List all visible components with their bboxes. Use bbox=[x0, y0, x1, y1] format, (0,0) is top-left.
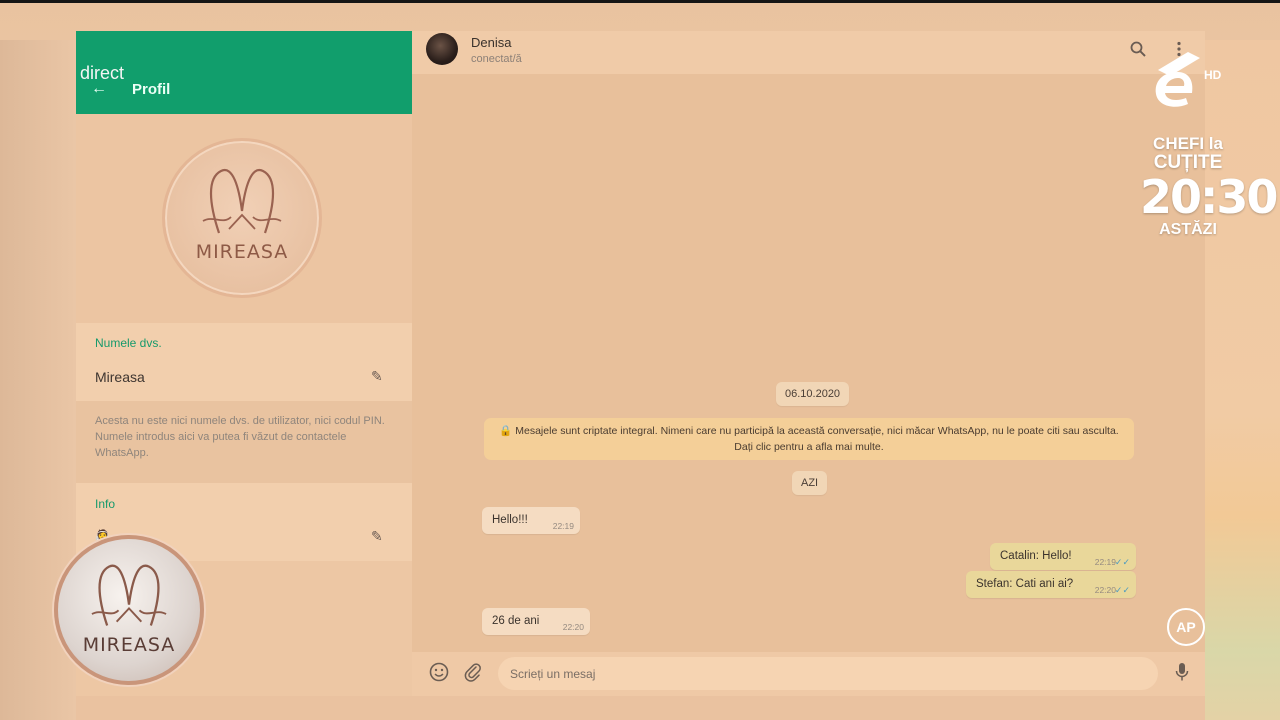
logo-text: MIREASA bbox=[195, 241, 289, 263]
compose-bar bbox=[412, 652, 1205, 696]
avatar[interactable] bbox=[426, 33, 458, 65]
message-text: Stefan: Cati ani ai? bbox=[976, 578, 1074, 590]
message-time: 22:19 bbox=[552, 521, 574, 531]
smiley-icon[interactable] bbox=[429, 662, 451, 684]
message-bubble[interactable]: Catalin: Hello! 22:19 ✓✓ bbox=[990, 543, 1136, 570]
contact-name: Denisa bbox=[471, 35, 512, 50]
mireasa-logo-icon bbox=[202, 168, 282, 234]
promo-line-1: CHEFI la bbox=[1153, 134, 1223, 153]
name-section: Numele dvs. Mireasa ✎ bbox=[76, 323, 412, 401]
message-input[interactable] bbox=[498, 657, 1158, 690]
message-text: Catalin: Hello! bbox=[1000, 550, 1072, 562]
message-text: 26 de ani bbox=[492, 615, 540, 627]
mireasa-logo-icon bbox=[91, 564, 167, 626]
message-text: Hello!!! bbox=[492, 514, 528, 526]
date-chip: 06.10.2020 bbox=[776, 382, 850, 406]
arrow-left-icon[interactable]: ← bbox=[91, 81, 107, 97]
name-hint-section: Acesta nu este nici numele dvs. de utili… bbox=[76, 401, 412, 483]
encryption-notice[interactable]: 🔒 Mesajele sunt criptate integral. Nimen… bbox=[484, 418, 1134, 460]
microphone-icon[interactable] bbox=[1175, 662, 1193, 684]
contact-status: conectat/ă bbox=[471, 53, 522, 65]
message-list[interactable]: 06.10.2020 🔒 Mesajele sunt criptate inte… bbox=[412, 74, 1205, 652]
info-label: Info bbox=[95, 497, 116, 511]
show-logo-badge: MIREASA bbox=[54, 535, 204, 685]
profile-header: direct ← Profil bbox=[76, 31, 412, 114]
message-time: 22:19 bbox=[1094, 557, 1116, 567]
profile-avatar[interactable]: MIREASA bbox=[162, 138, 322, 298]
pencil-icon[interactable]: ✎ bbox=[371, 529, 385, 543]
ap-rating-badge: AP bbox=[1167, 608, 1205, 646]
pencil-icon[interactable]: ✎ bbox=[371, 369, 385, 383]
paperclip-icon[interactable] bbox=[463, 662, 485, 684]
chat-panel: Denisa conectat/ă 06.10.2020 🔒 Mesajele … bbox=[412, 31, 1205, 696]
channel-logo-icon bbox=[1155, 52, 1200, 107]
top-black-bar bbox=[0, 0, 1280, 3]
profile-photo-area: MIREASA bbox=[76, 114, 412, 323]
name-value: Mireasa bbox=[95, 369, 145, 385]
chat-header[interactable]: Denisa conectat/ă bbox=[412, 31, 1205, 74]
read-ticks-icon: ✓✓ bbox=[1114, 557, 1130, 567]
page-title: Profil bbox=[132, 81, 171, 98]
message-bubble[interactable]: Hello!!! 22:19 bbox=[482, 507, 580, 534]
promo-time: 20:30 bbox=[1140, 170, 1278, 224]
message-time: 22:20 bbox=[562, 622, 584, 632]
read-ticks-icon: ✓✓ bbox=[1114, 585, 1130, 595]
show-promo: CHEFI la CUȚITE 20:30 ASTĂZI bbox=[1140, 134, 1278, 239]
message-bubble[interactable]: Stefan: Cati ani ai? 22:20 ✓✓ bbox=[966, 571, 1136, 598]
message-bubble[interactable]: 26 de ani 22:20 bbox=[482, 608, 590, 635]
name-label: Numele dvs. bbox=[95, 336, 162, 350]
message-time: 22:20 bbox=[1094, 585, 1116, 595]
date-chip-today: AZI bbox=[792, 471, 828, 495]
name-hint-text: Acesta nu este nici numele dvs. de utili… bbox=[95, 415, 385, 459]
badge-text: MIREASA bbox=[82, 634, 176, 656]
search-icon[interactable] bbox=[1130, 41, 1148, 59]
channel-hd-label: HD bbox=[1204, 68, 1222, 82]
